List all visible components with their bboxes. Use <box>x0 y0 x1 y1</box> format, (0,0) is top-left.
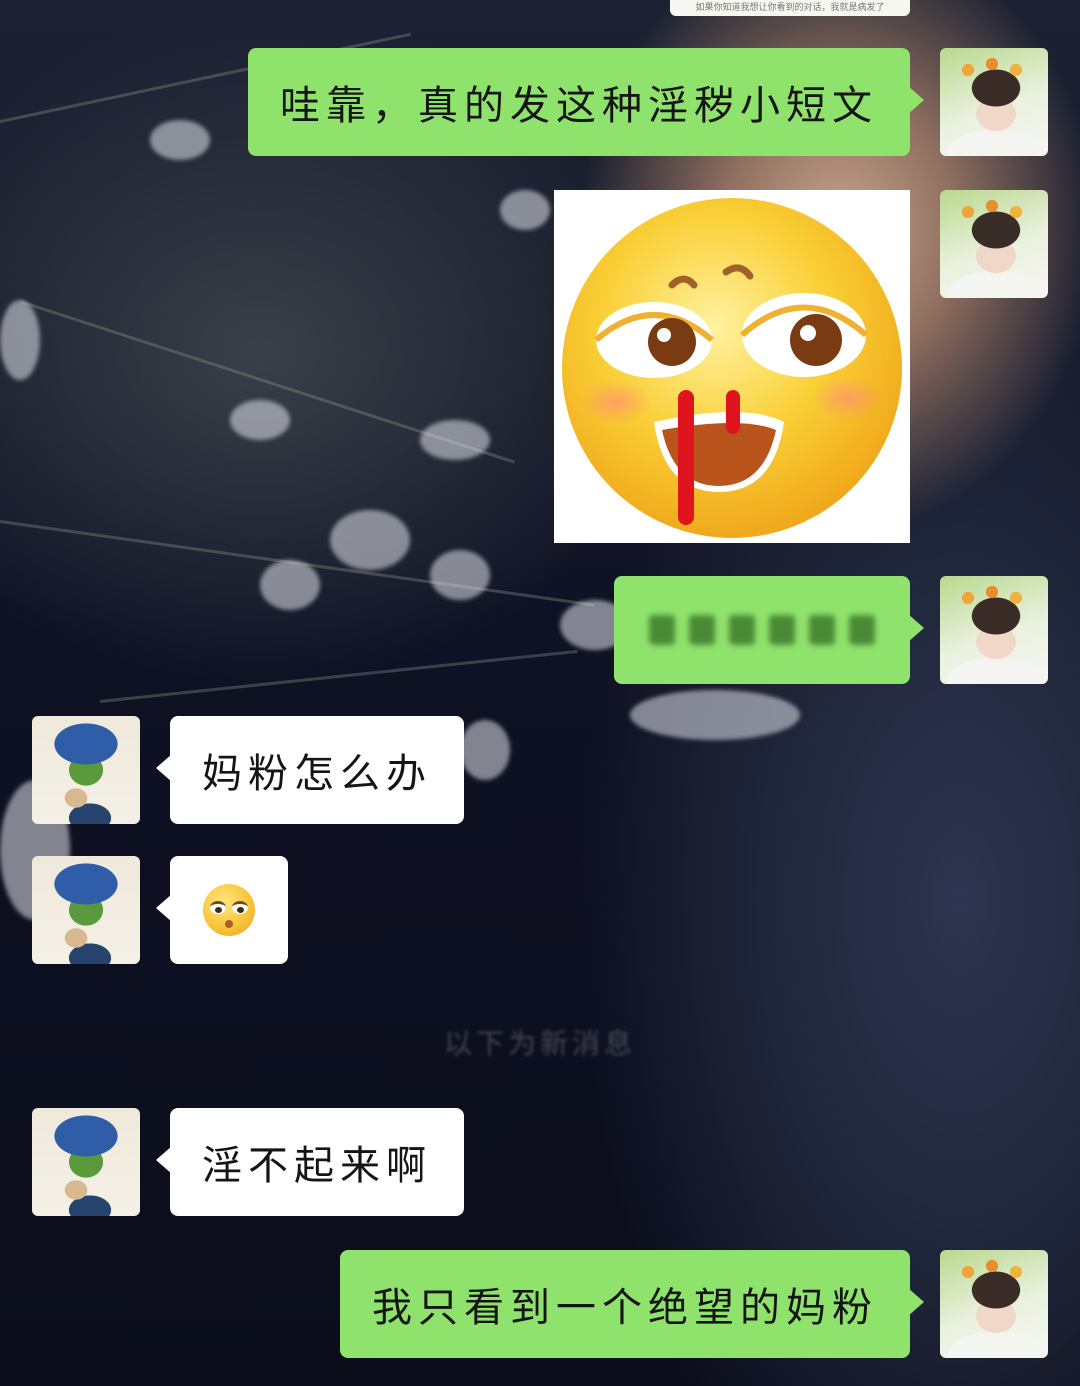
message-text: 我只看到一个绝望的妈粉 <box>372 1285 878 1331</box>
chat-background <box>0 0 1080 1386</box>
message-text: 哇靠，真的发这种淫秽小短文 <box>280 83 878 129</box>
message-bubble[interactable]: 淫不起来啊 <box>156 1108 464 1216</box>
message-bubble[interactable]: 哇靠，真的发这种淫秽小短文 <box>248 48 924 156</box>
nosebleed-emoji-sticker[interactable] <box>554 190 910 543</box>
frog-avatar[interactable] <box>32 1108 140 1216</box>
rolling-eyes-emoji <box>203 884 255 936</box>
message-text: 淫不起来啊 <box>202 1143 432 1189</box>
message-bubble[interactable] <box>156 856 288 964</box>
top-banner: 如果你知道我想让你看到的对话，我就是病发了 <box>670 0 910 16</box>
message-bubble[interactable] <box>614 576 924 684</box>
boy-flower-crown-avatar[interactable] <box>940 48 1048 156</box>
boy-flower-crown-avatar[interactable] <box>940 1250 1048 1358</box>
frog-avatar[interactable] <box>32 856 140 964</box>
message-text: 妈粉怎么办 <box>202 751 432 797</box>
boy-flower-crown-avatar[interactable] <box>940 576 1048 684</box>
message-bubble[interactable]: 我只看到一个绝望的妈粉 <box>340 1250 924 1358</box>
message-bubble[interactable]: 妈粉怎么办 <box>156 716 464 824</box>
boy-flower-crown-avatar[interactable] <box>940 190 1048 298</box>
new-messages-divider: 以下为新消息 <box>443 1027 636 1060</box>
blurred-message-content <box>649 615 875 645</box>
frog-avatar[interactable] <box>32 716 140 824</box>
